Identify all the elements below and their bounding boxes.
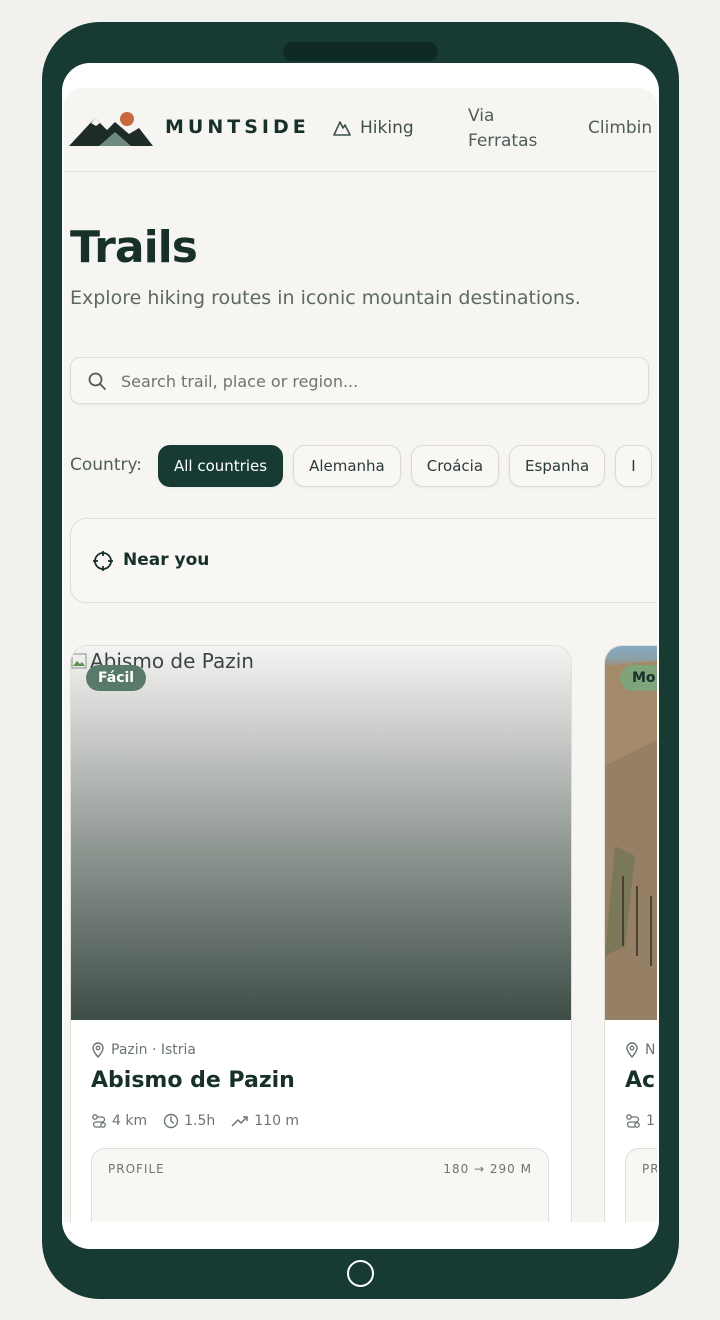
difficulty-badge: Fácil [86, 665, 147, 691]
elevation-profile-chart [92, 1179, 549, 1222]
phone-speaker [283, 42, 438, 61]
home-button[interactable] [347, 1260, 374, 1287]
trail-location-text: N [645, 1042, 656, 1058]
elevation-profile: PROFILE 180 → 290 M [91, 1148, 549, 1222]
trail-location: Pazin · Istria [91, 1042, 196, 1058]
trail-card[interactable]: Abismo de Pazin Fácil Pazin · Istria Abi… [70, 645, 572, 1222]
app-viewport: MUNTSIDE Hiking Via Ferratas Climbin Tra… [64, 88, 657, 1222]
phone-frame: MUNTSIDE Hiking Via Ferratas Climbin Tra… [42, 22, 679, 1299]
country-chip-espanha[interactable]: Espanha [509, 445, 606, 487]
trail-image: Abismo de Pazin Fácil [71, 646, 571, 1020]
mountain-icon [333, 121, 351, 136]
phone-screen: MUNTSIDE Hiking Via Ferratas Climbin Tra… [62, 63, 659, 1249]
map-pin-icon [626, 1042, 638, 1058]
elevation-profile: PR [625, 1148, 657, 1222]
site-header: MUNTSIDE Hiking Via Ferratas Climbin [64, 88, 657, 172]
trail-distance: 4 km [91, 1113, 147, 1129]
country-chip-croacia[interactable]: Croácia [410, 445, 500, 487]
search-input[interactable] [121, 368, 621, 394]
nav-item-via-ferratas[interactable]: Via Ferratas [468, 104, 558, 154]
profile-label: PR [642, 1162, 657, 1176]
trail-elevation: 110 m [231, 1113, 299, 1129]
country-chip-all[interactable]: All countries [158, 445, 284, 487]
crosshair-icon [93, 551, 113, 571]
nav-via-line1: Via [468, 106, 495, 126]
profile-range: 180 → 290 M [443, 1162, 532, 1176]
broken-image-icon [71, 653, 87, 669]
trail-name[interactable]: Ac [625, 1068, 655, 1093]
brand-name[interactable]: MUNTSIDE [165, 116, 310, 138]
profile-label: PROFILE [108, 1162, 165, 1176]
nav-hiking-label: Hiking [360, 118, 414, 138]
trail-distance: 1 [625, 1113, 655, 1129]
search-box[interactable] [70, 357, 649, 404]
country-chip-list: All countries Alemanha Croácia Espanha I [158, 445, 652, 487]
nav-via-line2: Ferratas [468, 131, 538, 151]
trail-duration-value: 1.5h [184, 1113, 216, 1129]
search-icon [88, 372, 106, 390]
trail-name[interactable]: Abismo de Pazin [91, 1068, 295, 1093]
nav-item-climbing[interactable]: Climbin [588, 118, 652, 138]
trail-location-text: Pazin · Istria [111, 1042, 196, 1058]
mountain-logo-icon[interactable] [69, 110, 153, 150]
country-chip-alemanha[interactable]: Alemanha [293, 445, 401, 487]
country-chip-partial[interactable]: I [615, 445, 652, 487]
trail-distance-value: 4 km [112, 1113, 148, 1129]
trail-image: Mo [605, 646, 657, 1020]
trail-location: N [625, 1042, 655, 1058]
trail-distance-value: 1 [646, 1113, 655, 1129]
difficulty-badge: Mo [620, 665, 657, 691]
trending-up-icon [231, 1116, 248, 1127]
trail-photo [605, 660, 657, 1020]
trail-stats: 1 [625, 1113, 655, 1129]
trail-duration: 1.5h [163, 1113, 215, 1129]
near-you-button[interactable]: Near you [70, 518, 657, 603]
page-subtitle: Explore hiking routes in iconic mountain… [70, 287, 581, 309]
map-pin-icon [92, 1042, 104, 1058]
trail-card[interactable]: Mo N Ac 1 P [604, 645, 657, 1222]
country-filter-label: Country: [70, 455, 143, 475]
route-icon [92, 1114, 106, 1128]
trail-stats: 4 km 1.5h 110 m [91, 1113, 299, 1129]
near-you-label: Near you [123, 550, 210, 570]
page-title: Trails [70, 222, 198, 273]
trail-elevation-value: 110 m [254, 1113, 300, 1129]
nav-item-hiking[interactable]: Hiking [332, 118, 414, 138]
route-icon [626, 1114, 640, 1128]
clock-icon [163, 1113, 179, 1129]
